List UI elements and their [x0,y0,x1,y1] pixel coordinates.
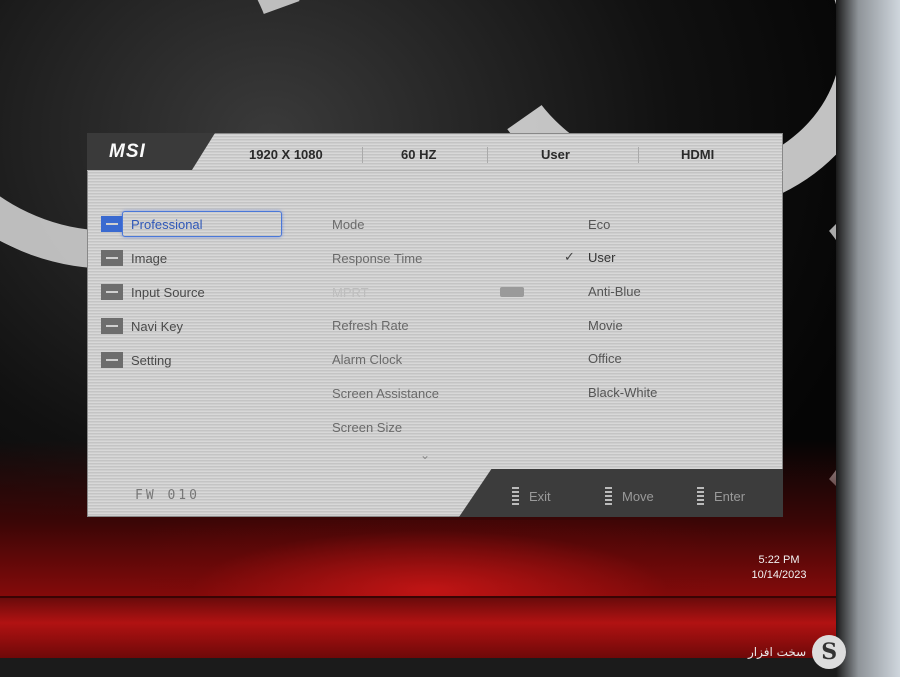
menu-item-refresh-rate[interactable]: Refresh Rate [332,318,409,333]
watermark-logo-icon: S [812,635,847,669]
enter-button[interactable]: Enter [697,487,745,505]
taskbar-clock[interactable]: 5:22 PM 10/14/2023 [740,553,818,583]
sidebar-item-label: Navi Key [131,318,184,334]
sidebar-item-image[interactable]: Image [101,245,281,271]
sidebar-item-label: Input Source [131,284,205,300]
sidebar-item-input-source[interactable]: Input Source [101,279,281,305]
joystick-enter-icon [697,487,704,505]
option-eco[interactable]: Eco [588,217,610,232]
move-button[interactable]: Move [605,487,654,505]
brand-box: MSI [87,133,215,170]
menu-item-response-time[interactable]: Response Time [332,251,422,266]
sidebar-item-label: Image [131,250,168,266]
enter-label: Enter [714,488,746,504]
monitor-side-edge [836,0,900,677]
mprt-toggle [500,287,524,297]
sidebar-item-professional[interactable]: Professional [101,211,282,237]
move-label: Move [622,488,654,504]
option-movie[interactable]: Movie [588,318,623,333]
sidebar-item-navi-key[interactable]: Navi Key [101,313,281,339]
sidebar-item-setting[interactable]: Setting [101,347,281,373]
check-icon: ✓ [564,250,575,265]
setting-icon [101,352,123,368]
menu-item-alarm-clock[interactable]: Alarm Clock [332,352,402,367]
mode-status: User [541,147,570,162]
watermark-text: سخت افزار [748,645,807,659]
chevron-down-icon[interactable]: ⌄ [420,448,430,462]
monitor-bottom-bezel [0,596,838,660]
watermark: سخت افزار S [748,634,847,670]
option-office[interactable]: Office [588,351,622,366]
desk-surface [0,658,838,677]
joystick-move-icon [605,487,612,505]
input-source-icon [101,284,123,300]
exit-button[interactable]: Exit [512,487,551,505]
msi-logo: MSI [109,141,146,162]
resolution-status: 1920 X 1080 [249,147,323,162]
joystick-exit-icon [512,487,519,505]
refresh-status: 60 HZ [401,147,437,162]
sidebar-item-label: Setting [131,352,172,368]
menu-item-mode[interactable]: Mode [332,217,365,232]
exit-label: Exit [529,488,551,504]
menu-item-mprt: MPRT [332,285,369,300]
option-black-white[interactable]: Black-White [588,385,657,400]
clock-time: 5:22 PM [758,554,800,566]
navi-key-icon [101,318,123,334]
header-divider [638,147,639,163]
header-divider [362,147,363,163]
option-anti-blue[interactable]: Anti-Blue [588,284,641,299]
header-divider [487,147,488,163]
professional-icon [101,216,123,232]
osd-menu-panel: MSI 1920 X 1080 60 HZ User HDMI Professi… [87,133,783,517]
osd-header: MSI 1920 X 1080 60 HZ User HDMI [87,133,783,170]
menu-item-screen-assistance[interactable]: Screen Assistance [332,386,439,401]
selection-highlight [122,211,282,237]
option-user[interactable]: User [588,250,615,265]
menu-item-screen-size[interactable]: Screen Size [332,420,402,435]
clock-date: 10/14/2023 [751,569,807,581]
header-divider-line [87,170,783,171]
input-status: HDMI [681,147,715,162]
image-icon [101,250,123,266]
firmware-version: FW 010 [135,488,200,503]
